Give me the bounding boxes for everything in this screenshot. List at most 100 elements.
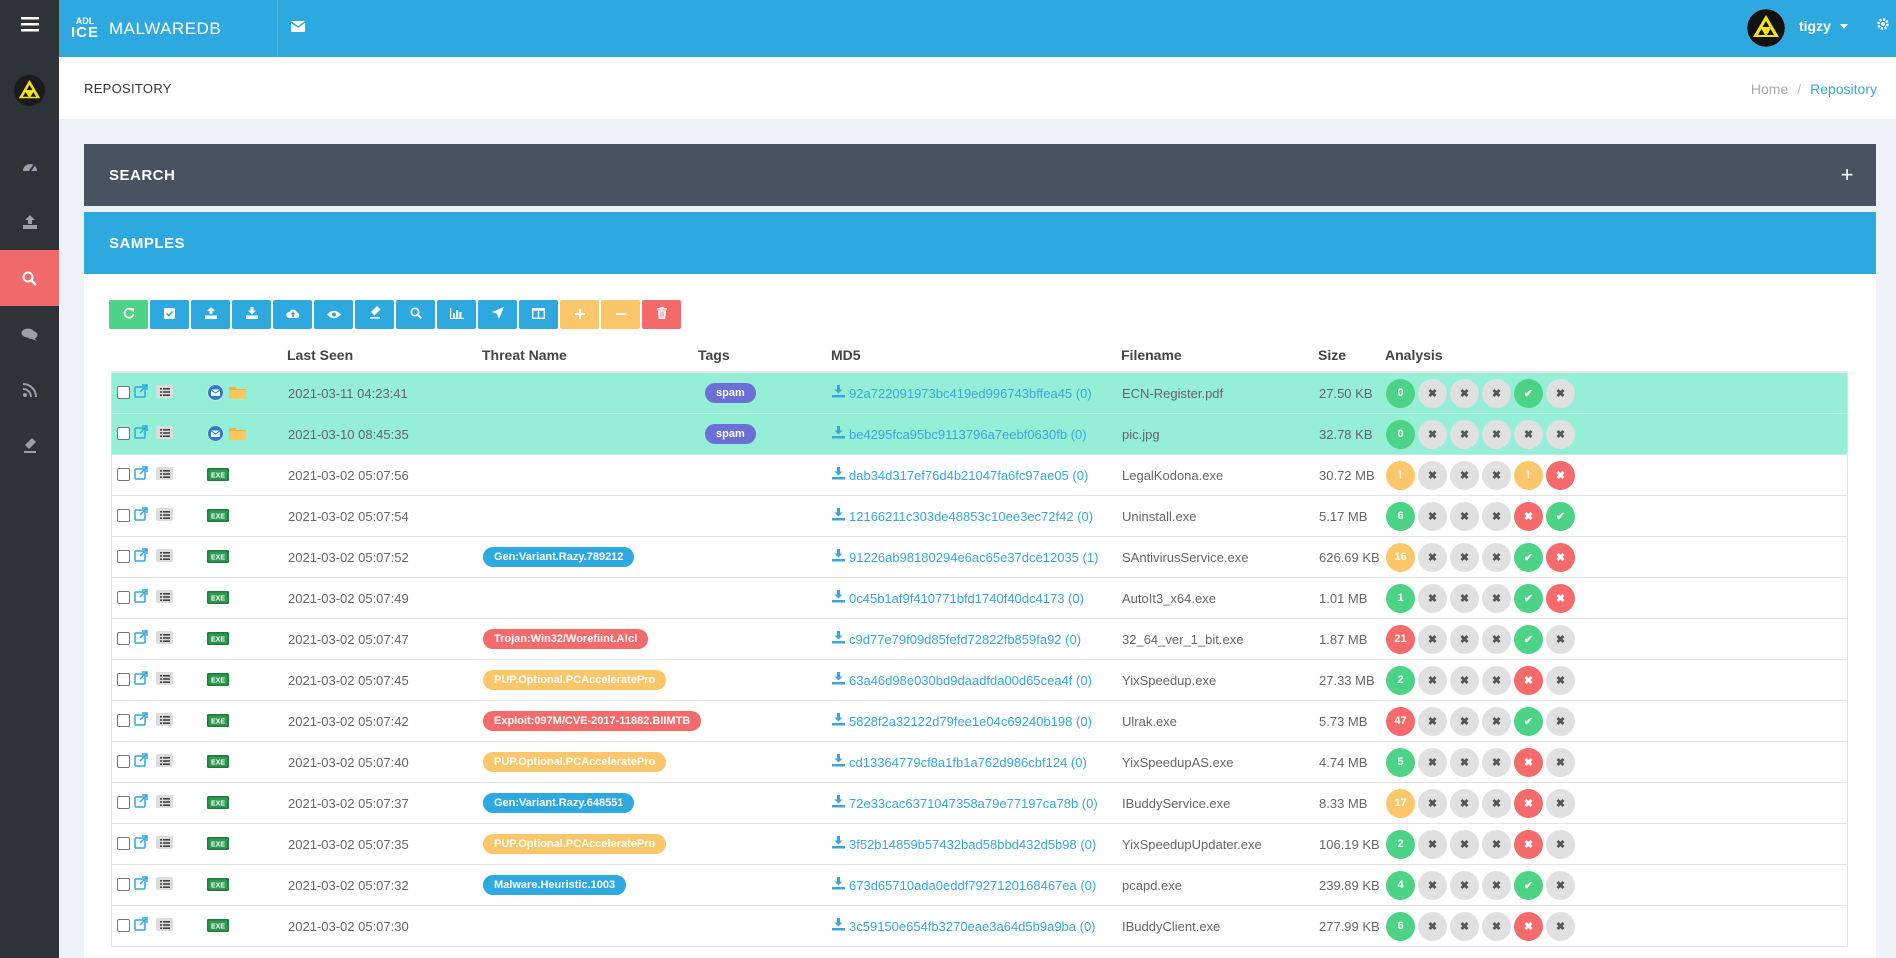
detection-score[interactable]: 0 <box>1386 419 1415 449</box>
status-none[interactable]: ✖ <box>1418 624 1447 654</box>
threat-badge[interactable]: PUP.Optional.PCAcceleratePro <box>483 670 667 690</box>
status-none[interactable]: ✖ <box>1546 747 1575 777</box>
eye-button[interactable] <box>314 300 353 329</box>
status-detected[interactable]: ✖ <box>1514 829 1543 859</box>
list-icon[interactable] <box>156 836 173 849</box>
table-row[interactable]: 2021-03-10 08:45:35 spam be4295fca95bc9113… <box>111 414 1848 455</box>
md5-link[interactable]: 0c45b1af9f410771bfd1740f40dc4173 (0) <box>832 578 1084 618</box>
status-none[interactable]: ✖ <box>1482 829 1511 859</box>
status-detected[interactable]: ✖ <box>1546 460 1575 490</box>
folder-icon[interactable] <box>229 426 246 445</box>
status-detected[interactable]: ✖ <box>1546 583 1575 613</box>
sidebar-item-comments[interactable] <box>0 306 59 362</box>
download-icon[interactable] <box>832 672 849 688</box>
list-icon[interactable] <box>156 385 173 398</box>
refresh-button[interactable] <box>109 300 148 329</box>
mail-button[interactable] <box>290 19 306 37</box>
table-row[interactable]: EXE 2021-03-02 05:07:42 Exploit:097M/CVE-2… <box>111 701 1848 742</box>
md5-link[interactable]: cd13364779cf8a1fb1a762d986cbf124 (0) <box>832 742 1087 782</box>
table-row[interactable]: EXE 2021-03-02 05:07:56 dab34d317ef76d4b21… <box>111 455 1848 496</box>
table-row[interactable]: EXE 2021-03-02 05:07:30 3c59150e654fb3270e… <box>111 906 1848 947</box>
md5-link[interactable]: dab34d317ef76d4b21047fa6fc97ae05 (0) <box>832 455 1088 495</box>
status-none[interactable]: ✖ <box>1482 583 1511 613</box>
row-checkbox[interactable] <box>117 755 130 768</box>
list-icon[interactable] <box>156 426 173 439</box>
tag-badge[interactable]: spam <box>705 383 756 403</box>
detection-score[interactable]: 5 <box>1386 747 1415 777</box>
status-none[interactable]: ✖ <box>1482 665 1511 695</box>
status-clean[interactable]: ✔ <box>1546 501 1575 531</box>
table-row[interactable]: EXE 2021-03-02 05:07:52 Gen:Variant.Razy.7… <box>111 537 1848 578</box>
download-button[interactable] <box>232 300 271 329</box>
status-none[interactable]: ✖ <box>1546 378 1575 408</box>
threat-badge[interactable]: PUP.Optional.PCAcceleratePro <box>483 834 667 854</box>
status-none[interactable]: ✖ <box>1450 583 1479 613</box>
list-icon[interactable] <box>156 467 173 480</box>
status-clean[interactable]: ✔ <box>1514 583 1543 613</box>
external-link-icon[interactable] <box>134 876 148 895</box>
list-icon[interactable] <box>156 672 173 685</box>
external-link-icon[interactable] <box>134 507 148 526</box>
status-none[interactable]: ✖ <box>1450 706 1479 736</box>
minus-button[interactable] <box>601 300 640 329</box>
detection-score[interactable]: 17 <box>1386 788 1415 818</box>
status-none[interactable]: ✖ <box>1482 788 1511 818</box>
external-link-icon[interactable] <box>134 712 148 731</box>
status-none[interactable]: ✖ <box>1418 460 1447 490</box>
status-none[interactable]: ✖ <box>1418 747 1447 777</box>
plus-button[interactable] <box>560 300 599 329</box>
status-none[interactable]: ✖ <box>1418 501 1447 531</box>
detection-score[interactable]: 6 <box>1386 911 1415 941</box>
sidebar-item-cleaner[interactable] <box>0 418 59 474</box>
row-checkbox[interactable] <box>117 837 130 850</box>
detection-score[interactable]: 1 <box>1386 583 1415 613</box>
download-icon[interactable] <box>832 836 849 852</box>
status-none[interactable]: ✖ <box>1482 706 1511 736</box>
detection-score[interactable]: 6 <box>1386 501 1415 531</box>
status-detected[interactable]: ✖ <box>1514 501 1543 531</box>
status-none[interactable]: ✖ <box>1450 829 1479 859</box>
status-none[interactable]: ✖ <box>1418 665 1447 695</box>
status-none[interactable]: ✖ <box>1482 747 1511 777</box>
table-row[interactable]: EXE 2021-03-02 05:07:47 Trojan:Win32/Woref… <box>111 619 1848 660</box>
threat-badge[interactable]: Gen:Variant.Razy.789212 <box>483 547 635 567</box>
status-none[interactable]: ✖ <box>1546 665 1575 695</box>
detection-score[interactable]: 47 <box>1386 706 1415 736</box>
detection-score[interactable]: ! <box>1386 460 1415 490</box>
cloud-upload-button[interactable] <box>273 300 312 329</box>
status-none[interactable]: ✖ <box>1418 911 1447 941</box>
external-link-icon[interactable] <box>134 548 148 567</box>
columns-button[interactable] <box>519 300 558 329</box>
detection-score[interactable]: 4 <box>1386 870 1415 900</box>
md5-link[interactable]: c9d77e79f09d85fefd72822fb859fa92 (0) <box>832 619 1081 659</box>
table-row[interactable]: EXE 2021-03-02 05:07:35 PUP.Optional.PCAcc… <box>111 824 1848 865</box>
status-clean[interactable]: ✔ <box>1514 378 1543 408</box>
external-link-icon[interactable] <box>134 466 148 485</box>
row-checkbox[interactable] <box>117 427 130 440</box>
download-icon[interactable] <box>832 426 849 442</box>
status-none[interactable]: ✖ <box>1546 624 1575 654</box>
row-checkbox[interactable] <box>117 919 130 932</box>
status-none[interactable]: ✖ <box>1546 829 1575 859</box>
threat-badge[interactable]: Malware.Heuristic.1003 <box>483 875 627 895</box>
breadcrumb-home[interactable]: Home <box>1751 81 1788 97</box>
table-row[interactable]: EXE 2021-03-02 05:07:40 PUP.Optional.PCAcc… <box>111 742 1848 783</box>
external-link-icon[interactable] <box>134 794 148 813</box>
md5-link[interactable]: 12166211c303de48853c10ee3ec72f42 (0) <box>832 496 1093 536</box>
status-none[interactable]: ✖ <box>1546 870 1575 900</box>
md5-link[interactable]: be4295fca95bc9113796a7eebf0630fb (0) <box>832 414 1087 454</box>
col-filename[interactable]: Filename <box>1121 347 1182 363</box>
status-none[interactable]: ✖ <box>1418 788 1447 818</box>
external-link-icon[interactable] <box>134 589 148 608</box>
chevron-down-icon[interactable] <box>1840 24 1848 29</box>
md5-link[interactable]: 3c59150e654fb3270eae3a64d5b9a9ba (0) <box>832 906 1096 946</box>
search-button[interactable] <box>396 300 435 329</box>
status-none[interactable]: ✖ <box>1450 870 1479 900</box>
status-none[interactable]: ✖ <box>1418 583 1447 613</box>
settings-button[interactable] <box>1876 17 1890 36</box>
download-icon[interactable] <box>832 754 849 770</box>
status-none[interactable]: ✖ <box>1418 542 1447 572</box>
status-clean[interactable]: ✔ <box>1514 542 1543 572</box>
status-none[interactable]: ✖ <box>1546 911 1575 941</box>
col-tags[interactable]: Tags <box>698 347 730 363</box>
